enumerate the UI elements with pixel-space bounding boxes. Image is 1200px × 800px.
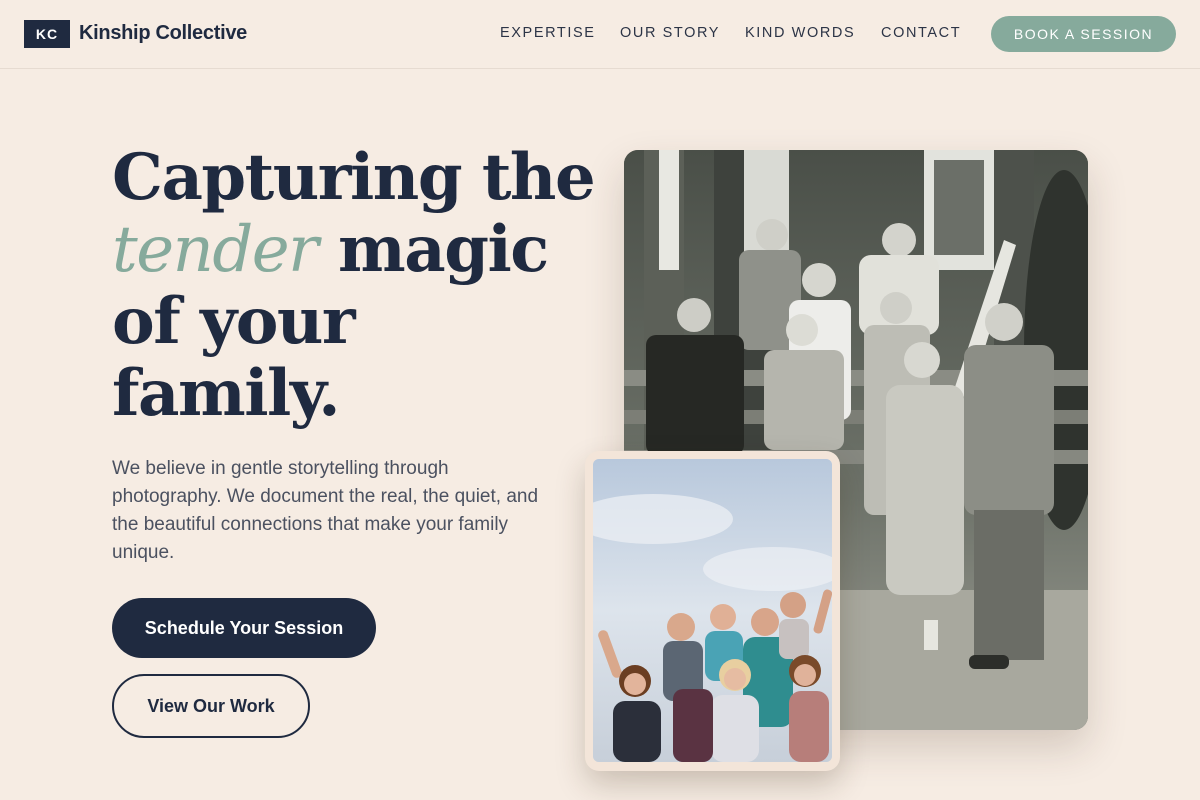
hero-title-line4: family.: [112, 356, 340, 431]
hero-title-line1: Capturing the: [112, 140, 596, 215]
schedule-session-button[interactable]: Schedule Your Session: [112, 598, 376, 658]
brand-name[interactable]: Kinship Collective: [79, 22, 247, 45]
nav-link-contact[interactable]: CONTACT: [881, 25, 961, 41]
site-header: KC Kinship Collective EXPERTISE OUR STOR…: [0, 0, 1200, 69]
hero-title-line2: magic: [317, 212, 549, 287]
hero-description: We believe in gentle storytelling throug…: [112, 458, 539, 563]
friends-group-photo: [593, 459, 832, 762]
hero-title-line3: of your: [112, 284, 356, 359]
book-session-button[interactable]: BOOK A SESSION: [991, 16, 1176, 52]
nav-link-kind-words[interactable]: KIND WORDS: [745, 25, 855, 41]
hero-title: Capturing the tender magic of your famil…: [112, 142, 612, 430]
logo-mark[interactable]: KC: [24, 20, 70, 48]
view-work-button[interactable]: View Our Work: [112, 674, 310, 738]
nav-link-expertise[interactable]: EXPERTISE: [500, 25, 596, 41]
nav-link-our-story[interactable]: OUR STORY: [620, 25, 720, 41]
hero-title-accent: tender: [112, 213, 319, 287]
